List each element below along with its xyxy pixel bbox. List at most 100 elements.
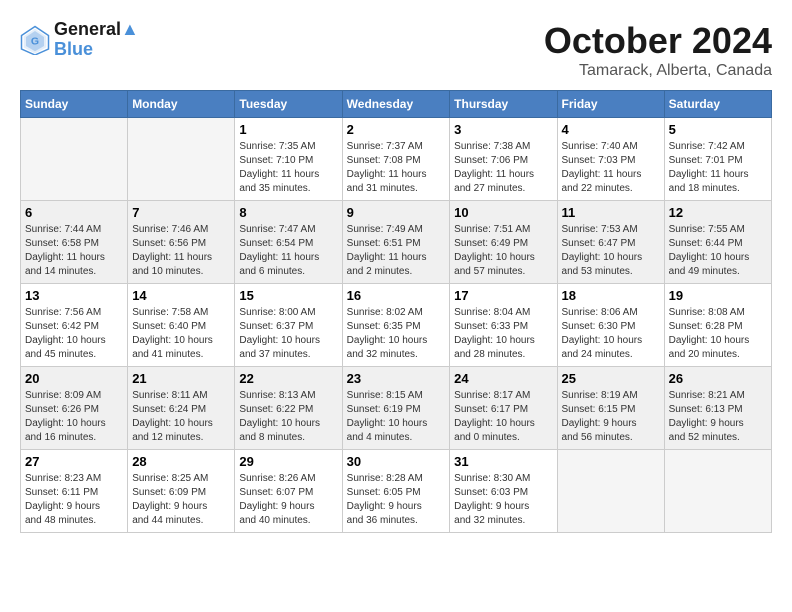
day-info: Sunrise: 7:55 AM Sunset: 6:44 PM Dayligh…: [669, 223, 767, 279]
day-number: 23: [347, 371, 446, 386]
calendar-week-row: 6 Sunrise: 7:44 AM Sunset: 6:58 PM Daylig…: [21, 201, 772, 284]
day-number: 15: [239, 288, 337, 303]
calendar-cell: 14 Sunrise: 7:58 AM Sunset: 6:40 PM Dayli…: [128, 284, 235, 367]
day-number: 9: [347, 205, 446, 220]
day-info: Sunrise: 7:51 AM Sunset: 6:49 PM Dayligh…: [454, 223, 552, 279]
day-number: 20: [25, 371, 123, 386]
logo-icon: G: [20, 25, 50, 55]
day-info: Sunrise: 8:02 AM Sunset: 6:35 PM Dayligh…: [347, 306, 446, 362]
logo: G General▲ Blue: [20, 20, 139, 60]
day-number: 2: [347, 122, 446, 137]
day-info: Sunrise: 7:53 AM Sunset: 6:47 PM Dayligh…: [562, 223, 660, 279]
calendar-cell: 11 Sunrise: 7:53 AM Sunset: 6:47 PM Dayli…: [557, 201, 664, 284]
day-info: Sunrise: 7:40 AM Sunset: 7:03 PM Dayligh…: [562, 140, 660, 196]
calendar-cell: 4 Sunrise: 7:40 AM Sunset: 7:03 PM Daylig…: [557, 118, 664, 201]
day-info: Sunrise: 7:56 AM Sunset: 6:42 PM Dayligh…: [25, 306, 123, 362]
day-info: Sunrise: 8:21 AM Sunset: 6:13 PM Dayligh…: [669, 389, 767, 445]
day-info: Sunrise: 8:30 AM Sunset: 6:03 PM Dayligh…: [454, 472, 552, 528]
day-info: Sunrise: 7:37 AM Sunset: 7:08 PM Dayligh…: [347, 140, 446, 196]
day-number: 26: [669, 371, 767, 386]
day-number: 1: [239, 122, 337, 137]
calendar-cell: 26 Sunrise: 8:21 AM Sunset: 6:13 PM Dayli…: [664, 367, 771, 450]
day-number: 14: [132, 288, 230, 303]
day-info: Sunrise: 7:42 AM Sunset: 7:01 PM Dayligh…: [669, 140, 767, 196]
day-info: Sunrise: 8:15 AM Sunset: 6:19 PM Dayligh…: [347, 389, 446, 445]
calendar-cell: 30 Sunrise: 8:28 AM Sunset: 6:05 PM Dayli…: [342, 450, 450, 533]
calendar-cell: 2 Sunrise: 7:37 AM Sunset: 7:08 PM Daylig…: [342, 118, 450, 201]
calendar-week-row: 27Sunrise: 8:23 AM Sunset: 6:11 PM Dayli…: [21, 450, 772, 533]
calendar-cell: [664, 450, 771, 533]
calendar-table: SundayMondayTuesdayWednesdayThursdayFrid…: [20, 90, 772, 533]
calendar-cell: 17 Sunrise: 8:04 AM Sunset: 6:33 PM Dayli…: [450, 284, 557, 367]
weekday-header-row: SundayMondayTuesdayWednesdayThursdayFrid…: [21, 91, 772, 118]
day-info: Sunrise: 7:47 AM Sunset: 6:54 PM Dayligh…: [239, 223, 337, 279]
day-info: Sunrise: 8:28 AM Sunset: 6:05 PM Dayligh…: [347, 472, 446, 528]
day-number: 31: [454, 454, 552, 469]
day-info: Sunrise: 8:13 AM Sunset: 6:22 PM Dayligh…: [239, 389, 337, 445]
day-number: 12: [669, 205, 767, 220]
day-number: 22: [239, 371, 337, 386]
day-info: Sunrise: 8:17 AM Sunset: 6:17 PM Dayligh…: [454, 389, 552, 445]
calendar-cell: 8 Sunrise: 7:47 AM Sunset: 6:54 PM Daylig…: [235, 201, 342, 284]
day-number: 11: [562, 205, 660, 220]
calendar-cell: 7 Sunrise: 7:46 AM Sunset: 6:56 PM Daylig…: [128, 201, 235, 284]
day-info: Sunrise: 8:04 AM Sunset: 6:33 PM Dayligh…: [454, 306, 552, 362]
calendar-cell: [557, 450, 664, 533]
calendar-week-row: 20Sunrise: 8:09 AM Sunset: 6:26 PM Dayli…: [21, 367, 772, 450]
logo-name: General▲ Blue: [54, 20, 139, 60]
day-number: 7: [132, 205, 230, 220]
calendar-cell: 22 Sunrise: 8:13 AM Sunset: 6:22 PM Dayli…: [235, 367, 342, 450]
weekday-header: Tuesday: [235, 91, 342, 118]
calendar-cell: 27Sunrise: 8:23 AM Sunset: 6:11 PM Dayli…: [21, 450, 128, 533]
day-number: 3: [454, 122, 552, 137]
day-info: Sunrise: 8:00 AM Sunset: 6:37 PM Dayligh…: [239, 306, 337, 362]
day-info: Sunrise: 8:26 AM Sunset: 6:07 PM Dayligh…: [239, 472, 337, 528]
month-title: October 2024: [544, 20, 772, 62]
day-number: 24: [454, 371, 552, 386]
day-number: 6: [25, 205, 123, 220]
calendar-cell: 28Sunrise: 8:25 AM Sunset: 6:09 PM Dayli…: [128, 450, 235, 533]
day-number: 4: [562, 122, 660, 137]
day-number: 5: [669, 122, 767, 137]
calendar-cell: 3 Sunrise: 7:38 AM Sunset: 7:06 PM Daylig…: [450, 118, 557, 201]
calendar-cell: 18 Sunrise: 8:06 AM Sunset: 6:30 PM Dayli…: [557, 284, 664, 367]
location-title: Tamarack, Alberta, Canada: [544, 62, 772, 80]
day-number: 18: [562, 288, 660, 303]
calendar-cell: 19 Sunrise: 8:08 AM Sunset: 6:28 PM Dayli…: [664, 284, 771, 367]
calendar-cell: 15 Sunrise: 8:00 AM Sunset: 6:37 PM Dayli…: [235, 284, 342, 367]
day-number: 28: [132, 454, 230, 469]
calendar-cell: 1Sunrise: 7:35 AM Sunset: 7:10 PM Daylig…: [235, 118, 342, 201]
day-info: Sunrise: 8:08 AM Sunset: 6:28 PM Dayligh…: [669, 306, 767, 362]
page-header: G General▲ Blue October 2024 Tamarack, A…: [20, 20, 772, 80]
day-info: Sunrise: 8:11 AM Sunset: 6:24 PM Dayligh…: [132, 389, 230, 445]
day-info: Sunrise: 8:23 AM Sunset: 6:11 PM Dayligh…: [25, 472, 123, 528]
weekday-header: Monday: [128, 91, 235, 118]
calendar-week-row: 1Sunrise: 7:35 AM Sunset: 7:10 PM Daylig…: [21, 118, 772, 201]
day-number: 21: [132, 371, 230, 386]
day-number: 19: [669, 288, 767, 303]
calendar-cell: 31 Sunrise: 8:30 AM Sunset: 6:03 PM Dayli…: [450, 450, 557, 533]
day-info: Sunrise: 7:44 AM Sunset: 6:58 PM Dayligh…: [25, 223, 123, 279]
calendar-cell: 23 Sunrise: 8:15 AM Sunset: 6:19 PM Dayli…: [342, 367, 450, 450]
day-info: Sunrise: 7:58 AM Sunset: 6:40 PM Dayligh…: [132, 306, 230, 362]
day-number: 25: [562, 371, 660, 386]
calendar-cell: 5 Sunrise: 7:42 AM Sunset: 7:01 PM Daylig…: [664, 118, 771, 201]
day-number: 16: [347, 288, 446, 303]
day-number: 8: [239, 205, 337, 220]
weekday-header: Saturday: [664, 91, 771, 118]
calendar-cell: 21 Sunrise: 8:11 AM Sunset: 6:24 PM Dayli…: [128, 367, 235, 450]
day-number: 30: [347, 454, 446, 469]
day-info: Sunrise: 7:46 AM Sunset: 6:56 PM Dayligh…: [132, 223, 230, 279]
calendar-week-row: 13Sunrise: 7:56 AM Sunset: 6:42 PM Dayli…: [21, 284, 772, 367]
weekday-header: Sunday: [21, 91, 128, 118]
calendar-cell: 12 Sunrise: 7:55 AM Sunset: 6:44 PM Dayli…: [664, 201, 771, 284]
day-info: Sunrise: 8:06 AM Sunset: 6:30 PM Dayligh…: [562, 306, 660, 362]
day-number: 17: [454, 288, 552, 303]
calendar-cell: [21, 118, 128, 201]
day-info: Sunrise: 7:38 AM Sunset: 7:06 PM Dayligh…: [454, 140, 552, 196]
calendar-cell: 16 Sunrise: 8:02 AM Sunset: 6:35 PM Dayli…: [342, 284, 450, 367]
svg-text:G: G: [31, 35, 39, 47]
calendar-cell: [128, 118, 235, 201]
calendar-cell: 9Sunrise: 7:49 AM Sunset: 6:51 PM Daylig…: [342, 201, 450, 284]
day-info: Sunrise: 8:19 AM Sunset: 6:15 PM Dayligh…: [562, 389, 660, 445]
